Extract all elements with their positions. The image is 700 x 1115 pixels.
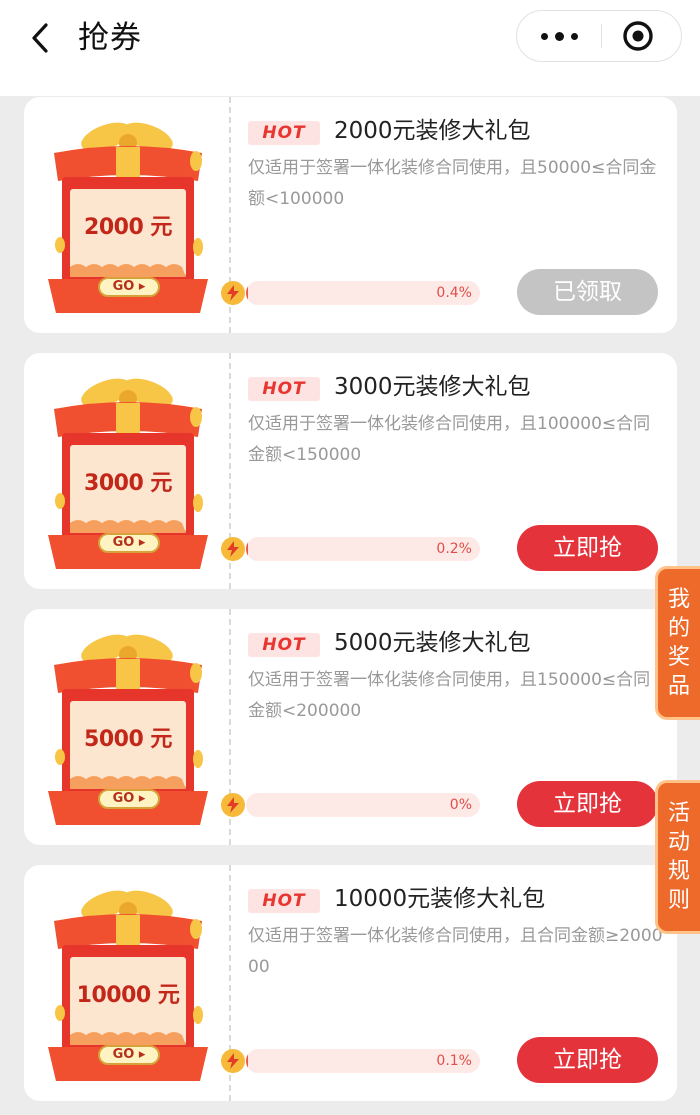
lightning-icon <box>221 281 245 305</box>
close-mini-program-button[interactable] <box>621 19 655 53</box>
coupon-description: 仅适用于签署一体化装修合同使用，且100000≤合同金额<150000 <box>248 414 651 465</box>
claim-progress-bar: 0.4% <box>246 281 480 305</box>
coupon-card: 2000 元 GO ▸ HOT 2000元装修大礼包 仅适用于签署一体化装修合同… <box>24 97 677 333</box>
claim-progress-bar: 0% <box>246 793 480 817</box>
side-tab-char: 规 <box>667 859 690 884</box>
side-tab-char: 动 <box>667 830 690 855</box>
page-title: 抢券 <box>78 20 142 56</box>
lightning-icon <box>221 1049 245 1073</box>
gift-box-image[interactable]: 3000 元 GO ▸ <box>48 373 208 573</box>
more-dots-icon <box>540 32 548 40</box>
coupon-title: 2000元装修大礼包 <box>334 118 531 144</box>
gift-box-image[interactable]: 2000 元 GO ▸ <box>48 117 208 317</box>
activity-rules-tab[interactable]: 活动规则 <box>655 780 700 934</box>
gift-box-image[interactable]: 5000 元 GO ▸ <box>48 629 208 829</box>
progress-fill <box>246 281 248 305</box>
progress-fill <box>246 1049 248 1073</box>
coupon-description: 仅适用于签署一体化装修合同使用，且合同金额≥200000 <box>248 926 663 977</box>
capsule-divider <box>601 24 602 48</box>
grab-coupon-button[interactable]: 立即抢 <box>517 525 658 571</box>
go-badge: GO ▸ <box>98 533 160 553</box>
coupon-description: 仅适用于签署一体化装修合同使用，且150000≤合同金额<200000 <box>248 670 651 721</box>
progress-percent: 0% <box>449 797 472 813</box>
coupon-title: 10000元装修大礼包 <box>334 886 546 912</box>
go-badge: GO ▸ <box>98 277 160 297</box>
coupon-title: 5000元装修大礼包 <box>334 630 531 656</box>
progress-percent: 0.1% <box>436 1053 472 1069</box>
hot-badge: HOT <box>248 889 320 913</box>
activity-rules-label: 活动规则 <box>668 799 690 915</box>
gift-amount: 5000 元 <box>84 727 172 752</box>
progress-fill <box>246 537 248 561</box>
coupon-card: 3000 元 GO ▸ HOT 3000元装修大礼包 仅适用于签署一体化装修合同… <box>24 353 677 589</box>
lightning-icon <box>221 793 245 817</box>
grab-coupon-button[interactable]: 立即抢 <box>517 1037 658 1083</box>
my-prizes-tab[interactable]: 我的奖品 <box>655 566 700 720</box>
chevron-left-icon <box>32 23 48 53</box>
go-badge: GO ▸ <box>98 1045 160 1065</box>
gift-amount: 3000 元 <box>84 471 172 496</box>
gift-box-image[interactable]: 10000 元 GO ▸ <box>48 885 208 1085</box>
more-button[interactable] <box>517 11 601 61</box>
hot-badge: HOT <box>248 633 320 657</box>
go-badge: GO ▸ <box>98 789 160 809</box>
claim-progress-bar: 0.1% <box>246 1049 480 1073</box>
coupon-card: 5000 元 GO ▸ HOT 5000元装修大礼包 仅适用于签署一体化装修合同… <box>24 609 677 845</box>
lightning-icon <box>221 537 245 561</box>
side-tab-char: 我 <box>667 587 690 612</box>
progress-percent: 0.2% <box>436 541 472 557</box>
claim-progress-bar: 0.2% <box>246 537 480 561</box>
hot-badge: HOT <box>248 121 320 145</box>
my-prizes-label: 我的奖品 <box>668 585 690 701</box>
back-button[interactable] <box>22 20 58 56</box>
progress-percent: 0.4% <box>436 285 472 301</box>
target-close-icon <box>623 21 653 51</box>
side-tab-char: 活 <box>667 801 690 826</box>
gift-amount: 10000 元 <box>76 983 180 1008</box>
coupon-description: 仅适用于签署一体化装修合同使用，且50000≤合同金额<100000 <box>248 158 657 209</box>
top-bar: 抢券 <box>0 0 700 96</box>
gift-amount: 2000 元 <box>84 215 172 240</box>
side-tab-char: 奖 <box>667 645 690 670</box>
side-tab-char: 品 <box>667 674 690 699</box>
mini-program-capsule <box>516 10 682 62</box>
side-tab-char: 的 <box>667 616 690 641</box>
hot-badge: HOT <box>248 377 320 401</box>
grab-coupon-button[interactable]: 已领取 <box>517 269 658 315</box>
coupon-card: 10000 元 GO ▸ HOT 10000元装修大礼包 仅适用于签署一体化装修… <box>24 865 677 1101</box>
side-tab-char: 则 <box>667 888 690 913</box>
grab-coupon-button[interactable]: 立即抢 <box>517 781 658 827</box>
coupon-title: 3000元装修大礼包 <box>334 374 531 400</box>
